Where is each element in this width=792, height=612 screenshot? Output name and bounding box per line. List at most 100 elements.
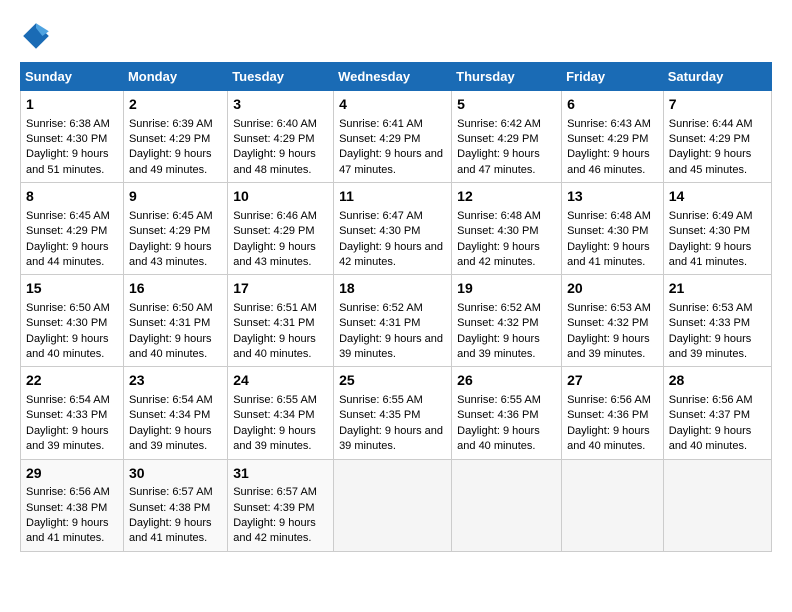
calendar-week-row: 1 Sunrise: 6:38 AM Sunset: 4:30 PM Daylight… (21, 91, 772, 183)
daylight-text: Daylight: 9 hours and 48 minutes. (233, 148, 316, 175)
calendar-cell: 4Sunrise: 6:41 AMSunset: 4:29 PMDaylight… (334, 91, 452, 183)
calendar-cell: 26Sunrise: 6:55 AMSunset: 4:36 PMDayligh… (452, 367, 562, 459)
day-number: 5 (457, 95, 556, 115)
sunrise-text: Sunrise: 6:52 AM (457, 302, 541, 314)
sunrise-text: Sunrise: 6:46 AM (233, 210, 317, 222)
day-number: 29 (26, 464, 118, 484)
sunrise-text: Sunrise: 6:47 AM (339, 210, 423, 222)
sunset-text: Sunset: 4:30 PM (26, 317, 107, 329)
weekday-header-wednesday: Wednesday (334, 63, 452, 91)
calendar-cell: 31Sunrise: 6:57 AMSunset: 4:39 PMDayligh… (228, 459, 334, 551)
calendar-cell: 20Sunrise: 6:53 AMSunset: 4:32 PMDayligh… (562, 275, 664, 367)
calendar-week-row: 29 Sunrise: 6:56 AM Sunset: 4:38 PM Dayligh… (21, 459, 772, 551)
sunrise-text: Sunrise: 6:54 AM (26, 394, 110, 406)
sunset-text: Sunset: 4:29 PM (26, 225, 107, 237)
calendar-cell: 24Sunrise: 6:55 AMSunset: 4:34 PMDayligh… (228, 367, 334, 459)
day-number: 4 (339, 95, 446, 115)
sunset-text: Sunset: 4:39 PM (233, 502, 314, 514)
sunset-text: Sunset: 4:29 PM (339, 133, 420, 145)
calendar-cell: 3Sunrise: 6:40 AMSunset: 4:29 PMDaylight… (228, 91, 334, 183)
calendar-cell: 9Sunrise: 6:45 AMSunset: 4:29 PMDaylight… (123, 183, 227, 275)
sunrise-text: Sunrise: 6:42 AM (457, 118, 541, 130)
sunrise-text: Sunrise: 6:49 AM (669, 210, 753, 222)
sunrise-text: Sunrise: 6:56 AM (567, 394, 651, 406)
sunrise-text: Sunrise: 6:56 AM (26, 486, 110, 498)
sunset-text: Sunset: 4:29 PM (129, 133, 210, 145)
calendar-cell: 1 Sunrise: 6:38 AM Sunset: 4:30 PM Daylight… (21, 91, 124, 183)
sunrise-text: Sunrise: 6:45 AM (26, 210, 110, 222)
daylight-text: Daylight: 9 hours and 40 minutes. (669, 425, 752, 452)
sunrise-text: Sunrise: 6:38 AM (26, 118, 110, 130)
sunset-text: Sunset: 4:34 PM (233, 409, 314, 421)
header (20, 20, 772, 52)
calendar-cell: 11Sunrise: 6:47 AMSunset: 4:30 PMDayligh… (334, 183, 452, 275)
daylight-text: Daylight: 9 hours and 42 minutes. (457, 241, 540, 268)
daylight-text: Daylight: 9 hours and 39 minutes. (567, 333, 650, 360)
weekday-header-saturday: Saturday (663, 63, 771, 91)
day-number: 16 (129, 279, 222, 299)
day-number: 21 (669, 279, 766, 299)
daylight-text: Daylight: 9 hours and 51 minutes. (26, 148, 109, 175)
sunset-text: Sunset: 4:30 PM (567, 225, 648, 237)
day-number: 3 (233, 95, 328, 115)
day-number: 6 (567, 95, 658, 115)
daylight-text: Daylight: 9 hours and 43 minutes. (129, 241, 212, 268)
calendar-cell: 25Sunrise: 6:55 AMSunset: 4:35 PMDayligh… (334, 367, 452, 459)
daylight-text: Daylight: 9 hours and 44 minutes. (26, 241, 109, 268)
sunrise-text: Sunrise: 6:48 AM (457, 210, 541, 222)
sunset-text: Sunset: 4:36 PM (567, 409, 648, 421)
sunset-text: Sunset: 4:38 PM (26, 502, 107, 514)
calendar-table: SundayMondayTuesdayWednesdayThursdayFrid… (20, 62, 772, 552)
sunrise-text: Sunrise: 6:50 AM (26, 302, 110, 314)
day-number: 17 (233, 279, 328, 299)
weekday-header-monday: Monday (123, 63, 227, 91)
sunset-text: Sunset: 4:29 PM (233, 133, 314, 145)
calendar-week-row: 22Sunrise: 6:54 AMSunset: 4:33 PMDayligh… (21, 367, 772, 459)
sunrise-text: Sunrise: 6:57 AM (233, 486, 317, 498)
sunset-text: Sunset: 4:32 PM (457, 317, 538, 329)
sunrise-text: Sunrise: 6:53 AM (567, 302, 651, 314)
sunrise-text: Sunrise: 6:44 AM (669, 118, 753, 130)
sunset-text: Sunset: 4:29 PM (233, 225, 314, 237)
weekday-header-thursday: Thursday (452, 63, 562, 91)
daylight-text: Daylight: 9 hours and 45 minutes. (669, 148, 752, 175)
daylight-text: Daylight: 9 hours and 40 minutes. (129, 333, 212, 360)
weekday-header-friday: Friday (562, 63, 664, 91)
calendar-cell: 2Sunrise: 6:39 AMSunset: 4:29 PMDaylight… (123, 91, 227, 183)
day-number: 25 (339, 371, 446, 391)
sunrise-text: Sunrise: 6:48 AM (567, 210, 651, 222)
calendar-cell (452, 459, 562, 551)
sunset-text: Sunset: 4:34 PM (129, 409, 210, 421)
sunrise-text: Sunrise: 6:57 AM (129, 486, 213, 498)
daylight-text: Daylight: 9 hours and 47 minutes. (457, 148, 540, 175)
calendar-cell: 29Sunrise: 6:56 AMSunset: 4:38 PMDayligh… (21, 459, 124, 551)
sunrise-text: Sunrise: 6:51 AM (233, 302, 317, 314)
logo (20, 20, 56, 52)
sunrise-text: Sunrise: 6:55 AM (233, 394, 317, 406)
daylight-text: Daylight: 9 hours and 42 minutes. (233, 517, 316, 544)
sunrise-text: Sunrise: 6:56 AM (669, 394, 753, 406)
sunset-text: Sunset: 4:30 PM (26, 133, 107, 145)
calendar-week-row: 8 Sunrise: 6:45 AM Sunset: 4:29 PM Daylight… (21, 183, 772, 275)
calendar-cell: 28 Sunrise: 6:56 AM Sunset: 4:37 PM Dayligh… (663, 367, 771, 459)
day-number: 28 (669, 371, 766, 391)
daylight-text: Daylight: 9 hours and 39 minutes. (339, 425, 443, 452)
sunset-text: Sunset: 4:29 PM (129, 225, 210, 237)
calendar-cell (334, 459, 452, 551)
calendar-cell: 21Sunrise: 6:53 AMSunset: 4:33 PMDayligh… (663, 275, 771, 367)
day-number: 15 (26, 279, 118, 299)
day-number: 8 (26, 187, 118, 207)
sunset-text: Sunset: 4:37 PM (669, 409, 750, 421)
day-number: 22 (26, 371, 118, 391)
sunset-text: Sunset: 4:29 PM (457, 133, 538, 145)
sunrise-text: Sunrise: 6:41 AM (339, 118, 423, 130)
sunset-text: Sunset: 4:30 PM (669, 225, 750, 237)
daylight-text: Daylight: 9 hours and 40 minutes. (26, 333, 109, 360)
day-number: 9 (129, 187, 222, 207)
sunrise-text: Sunrise: 6:53 AM (669, 302, 753, 314)
sunset-text: Sunset: 4:29 PM (567, 133, 648, 145)
calendar-cell: 12Sunrise: 6:48 AMSunset: 4:30 PMDayligh… (452, 183, 562, 275)
weekday-header-tuesday: Tuesday (228, 63, 334, 91)
day-number: 1 (26, 95, 118, 115)
day-number: 14 (669, 187, 766, 207)
